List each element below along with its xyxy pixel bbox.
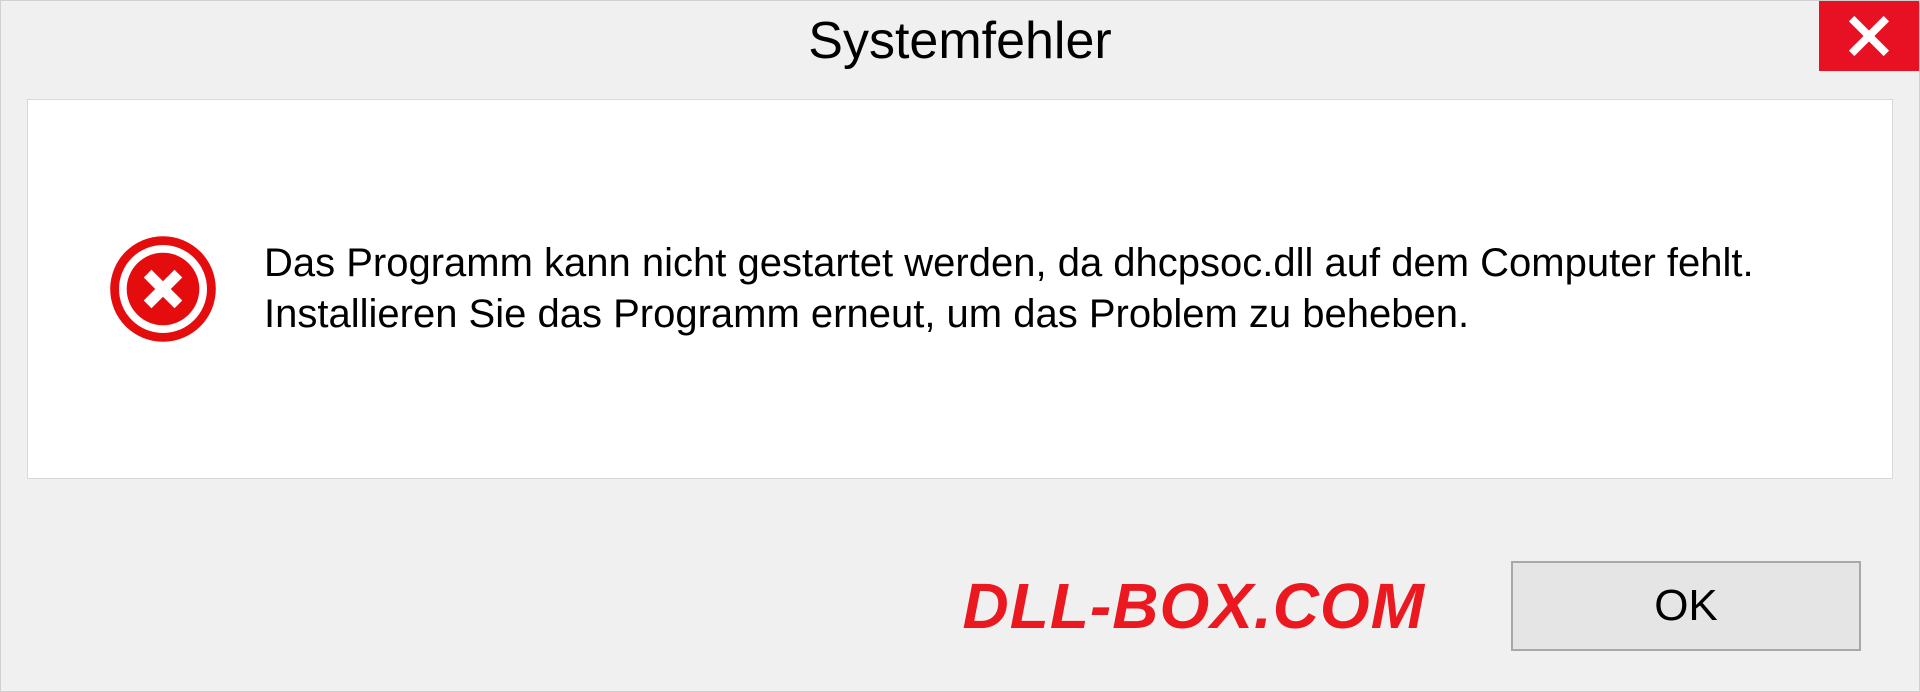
- error-dialog: Systemfehler Das Programm kann nicht ges…: [0, 0, 1920, 692]
- close-icon: [1847, 14, 1891, 58]
- title-bar: Systemfehler: [1, 1, 1919, 81]
- error-icon: [108, 234, 218, 344]
- error-message: Das Programm kann nicht gestartet werden…: [264, 238, 1852, 340]
- watermark-text: DLL-BOX.COM: [963, 569, 1426, 643]
- dialog-footer: DLL-BOX.COM OK: [1, 521, 1919, 691]
- ok-button[interactable]: OK: [1511, 561, 1861, 651]
- content-panel: Das Programm kann nicht gestartet werden…: [27, 99, 1893, 479]
- ok-button-label: OK: [1654, 581, 1718, 631]
- dialog-title: Systemfehler: [808, 11, 1111, 71]
- close-button[interactable]: [1819, 1, 1919, 71]
